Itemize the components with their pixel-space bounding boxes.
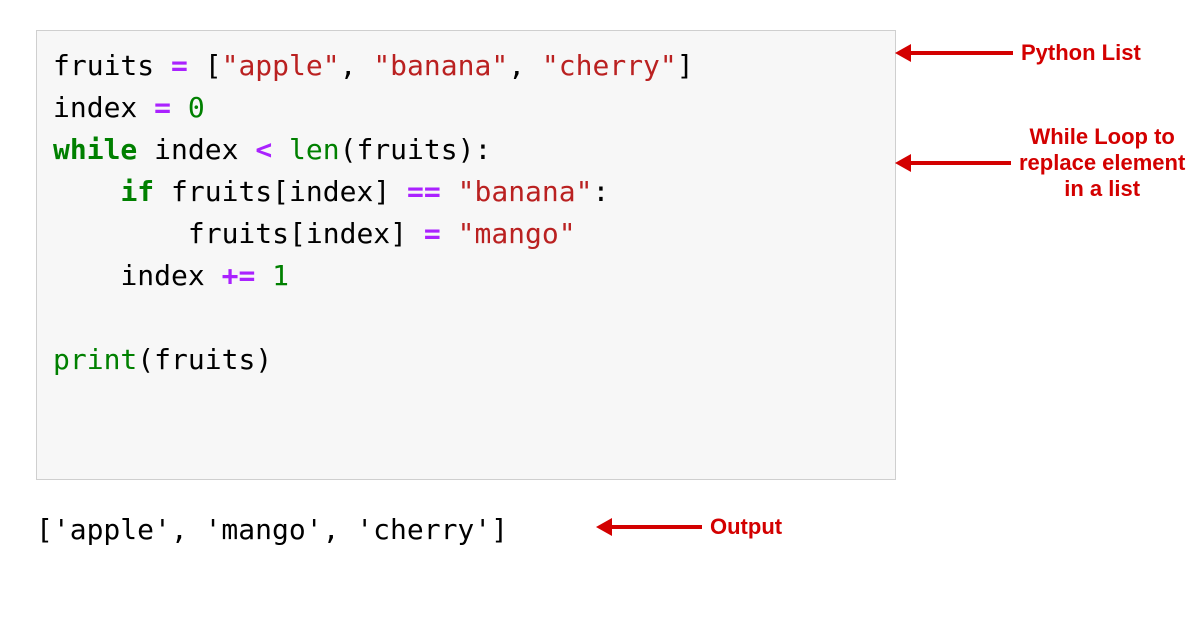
code-line-6: index += 1 (53, 259, 289, 292)
annotation-python-list: Python List (895, 40, 1141, 66)
output-block: ['apple', 'mango', 'cherry'] (36, 510, 508, 550)
annotation-output: Output (596, 514, 782, 540)
annotation-label: While Loop to replace element in a list (1019, 124, 1185, 202)
code-line-5: fruits[index] = "mango" (53, 217, 576, 250)
arrow-left-icon (596, 518, 612, 536)
arrow-left-icon (895, 154, 911, 172)
code-line-8: print(fruits) (53, 343, 272, 376)
annotation-while-loop: While Loop to replace element in a list (895, 124, 1185, 202)
code-line-1: fruits = ["apple", "banana", "cherry"] (53, 49, 694, 82)
code-line-2: index = 0 (53, 91, 205, 124)
output-text: ['apple', 'mango', 'cherry'] (36, 513, 508, 546)
arrow-line (911, 51, 1013, 55)
annotation-label: Output (710, 514, 782, 540)
code-line-3: while index < len(fruits): (53, 133, 491, 166)
arrow-line (612, 525, 702, 529)
code-block: fruits = ["apple", "banana", "cherry"] i… (36, 30, 896, 480)
arrow-line (911, 161, 1011, 165)
code-line-4: if fruits[index] == "banana": (53, 175, 609, 208)
arrow-left-icon (895, 44, 911, 62)
annotation-label: Python List (1021, 40, 1141, 66)
